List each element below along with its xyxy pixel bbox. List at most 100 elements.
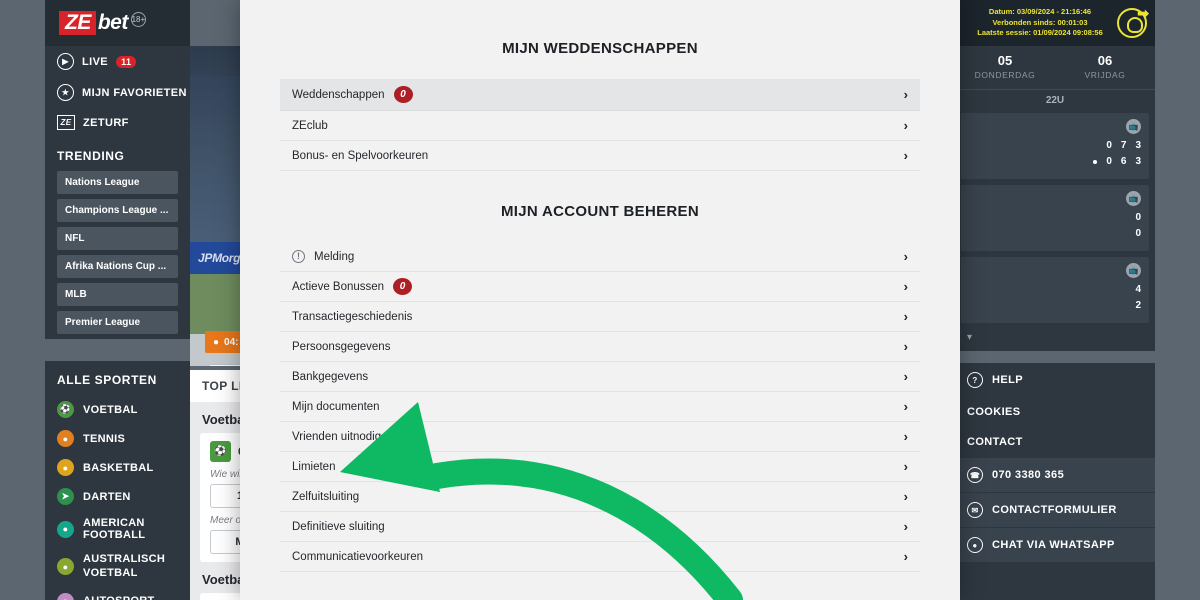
menu-item-bankgegevens[interactable]: Bankgegevens › bbox=[280, 362, 920, 392]
sport-item-autosport[interactable]: ● AUTOSPORT bbox=[45, 587, 190, 600]
zebet-logo[interactable]: ZE bet 18+ bbox=[59, 10, 146, 35]
motorsport-icon: ● bbox=[57, 592, 74, 600]
sport-item-darten[interactable]: ➤ DARTEN bbox=[45, 482, 190, 511]
question-circle-icon: ? bbox=[967, 372, 983, 388]
sport-label: VOETBAL bbox=[83, 403, 138, 416]
menu-item-label: Vrienden uitnodigen bbox=[292, 430, 394, 443]
session-info: Datum: 03/09/2024 - 21:16:46 Verbonden s… bbox=[963, 7, 1117, 40]
menu-item-label: ZEclub bbox=[292, 119, 328, 132]
sport-item-basketbal[interactable]: ● BASKETBAL bbox=[45, 453, 190, 482]
menu-item-limieten[interactable]: Limieten › bbox=[280, 452, 920, 482]
score-cell: 0 bbox=[1106, 156, 1112, 167]
menu-item-zelfuitsluiting[interactable]: Zelfuitsluiting › bbox=[280, 482, 920, 512]
sidebar-item-zeturf[interactable]: ZE ZETURF bbox=[45, 108, 190, 137]
count-badge: 0 bbox=[393, 278, 413, 295]
chevron-right-icon: › bbox=[903, 429, 908, 444]
logout-icon[interactable]: ➡ bbox=[1137, 5, 1149, 22]
sidebar-divider bbox=[45, 339, 190, 361]
footer-link-cookies[interactable]: COOKIES bbox=[955, 397, 1155, 427]
menu-item-melding[interactable]: ! Melding › bbox=[280, 242, 920, 272]
match-scores: 0 7 3 0 6 3 bbox=[1093, 140, 1141, 172]
play-circle-icon: ▶ bbox=[57, 53, 74, 70]
trending-item-champions-league[interactable]: Champions League ... bbox=[57, 199, 178, 222]
day-tab-06[interactable]: 06 VRIJDAG bbox=[1055, 46, 1155, 89]
footer-link-phone[interactable]: ☎ 070 3380 365 bbox=[955, 457, 1155, 492]
ze-square-icon: ZE bbox=[57, 115, 75, 130]
footer-link-label: CHAT VIA WHATSAPP bbox=[992, 539, 1115, 551]
star-circle-icon: ★ bbox=[57, 84, 74, 101]
sport-item-voetbal[interactable]: ⚽ VOETBAL bbox=[45, 395, 190, 424]
chat-circle-icon: ● bbox=[967, 537, 983, 553]
age-restriction-icon: 18+ bbox=[130, 11, 146, 27]
sport-item-australisch-voetbal[interactable]: ● AUSTRALISCH VOETBAL bbox=[45, 547, 190, 587]
menu-item-zeclub[interactable]: ZEclub › bbox=[280, 111, 920, 141]
score-cell: 0 bbox=[1106, 140, 1112, 151]
menu-item-definitieve-sluiting[interactable]: Definitieve sluiting › bbox=[280, 512, 920, 542]
score-cell: 7 bbox=[1120, 140, 1127, 151]
menu-item-label: Mijn documenten bbox=[292, 400, 380, 413]
menu-item-communicatievoorkeuren[interactable]: Communicatievoorkeuren › bbox=[280, 542, 920, 572]
menu-item-bonus-spelvoorkeuren[interactable]: Bonus- en Spelvoorkeuren › bbox=[280, 141, 920, 171]
page-title: MIJN WEDDENSCHAPPEN bbox=[502, 40, 698, 57]
match-row[interactable]: 📺 4 2 bbox=[961, 257, 1149, 323]
day-tab-05[interactable]: 05 DONDERDAG bbox=[955, 46, 1055, 89]
menu-item-label: Bonus- en Spelvoorkeuren bbox=[292, 149, 429, 162]
sport-label: AMERICAN FOOTBALL bbox=[83, 517, 146, 541]
sidebar-item-label: LIVE bbox=[82, 55, 109, 68]
collapse-chevron-down-icon[interactable]: ▾ bbox=[955, 329, 1155, 351]
sidebar-item-live[interactable]: ▶ LIVE 11 bbox=[45, 46, 190, 77]
score-line: 0 bbox=[1135, 212, 1141, 223]
sport-label: BASKETBAL bbox=[83, 461, 154, 474]
sport-label: DARTEN bbox=[83, 490, 131, 503]
tv-icon: 📺 bbox=[1126, 263, 1141, 278]
footer-link-label: CONTACTFORMULIER bbox=[992, 504, 1117, 516]
basketball-icon: ● bbox=[57, 459, 74, 476]
sidebar-item-label: MIJN FAVORIETEN bbox=[82, 86, 187, 99]
sidebar-item-favorites[interactable]: ★ MIJN FAVORIETEN bbox=[45, 77, 190, 108]
american-football-icon: ● bbox=[57, 520, 74, 538]
match-row[interactable]: 📺 0 7 3 0 6 3 bbox=[961, 113, 1149, 179]
menu-item-transactiegeschiedenis[interactable]: Transactiegeschiedenis › bbox=[280, 302, 920, 332]
menu-item-vrienden-uitnodigen[interactable]: Vrienden uitnodigen › bbox=[280, 422, 920, 452]
footer-link-contact[interactable]: CONTACT bbox=[955, 427, 1155, 457]
footer-link-label: CONTACT bbox=[967, 436, 1023, 448]
day-number: 06 bbox=[1097, 53, 1113, 68]
menu-item-label: Bankgegevens bbox=[292, 370, 369, 383]
trending-item-nfl[interactable]: NFL bbox=[57, 227, 178, 250]
menu-item-weddenschappen[interactable]: Weddenschappen 0 › bbox=[280, 79, 920, 111]
sport-label: TENNIS bbox=[83, 432, 126, 445]
serve-indicator-icon bbox=[1093, 159, 1098, 164]
menu-item-mijn-documenten[interactable]: Mijn documenten › bbox=[280, 392, 920, 422]
chevron-right-icon: › bbox=[903, 148, 908, 163]
menu-item-actieve-bonussen[interactable]: Actieve Bonussen 0 › bbox=[280, 272, 920, 302]
hero-badge-time: 04: bbox=[224, 336, 239, 348]
australian-football-icon: ● bbox=[57, 558, 74, 576]
footer-link-whatsapp[interactable]: ● CHAT VIA WHATSAPP bbox=[955, 527, 1155, 562]
sport-item-american-football[interactable]: ● AMERICAN FOOTBALL bbox=[45, 511, 190, 547]
day-tabs: 05 DONDERDAG 06 VRIJDAG bbox=[955, 46, 1155, 90]
chevron-right-icon: › bbox=[903, 339, 908, 354]
trending-item-nations-league[interactable]: Nations League bbox=[57, 171, 178, 194]
footer-link-help[interactable]: ? HELP bbox=[955, 363, 1155, 397]
trending-item-mlb[interactable]: MLB bbox=[57, 283, 178, 306]
menu-item-persoonsgegevens[interactable]: Persoonsgegevens › bbox=[280, 332, 920, 362]
footer-link-label: 070 3380 365 bbox=[992, 469, 1065, 481]
footer-link-contactform[interactable]: ✉ CONTACTFORMULIER bbox=[955, 492, 1155, 527]
left-sidebar: ZE bet 18+ ▶ LIVE 11 ★ MIJN FAVORIETEN Z… bbox=[45, 0, 190, 600]
tennis-ball-icon: ● bbox=[213, 336, 220, 348]
menu-item-label: Communicatievoorkeuren bbox=[292, 550, 424, 563]
sport-item-tennis[interactable]: ● TENNIS bbox=[45, 424, 190, 453]
match-scores: 4 2 bbox=[1135, 284, 1141, 316]
score-cell: 4 bbox=[1135, 284, 1141, 295]
match-row[interactable]: 📺 0 0 bbox=[961, 185, 1149, 251]
score-cell: 6 bbox=[1120, 156, 1127, 167]
sidebar-item-label: ZETURF bbox=[83, 116, 129, 129]
hour-label: 22U bbox=[1045, 95, 1065, 106]
score-cell: 2 bbox=[1135, 300, 1141, 311]
trending-item-afrika-nations-cup[interactable]: Afrika Nations Cup ... bbox=[57, 255, 178, 278]
menu-item-label: Zelfuitsluiting bbox=[292, 490, 360, 503]
trending-item-premier-league[interactable]: Premier League bbox=[57, 311, 178, 334]
score-line: 0 bbox=[1135, 228, 1141, 239]
football-icon: ⚽ bbox=[210, 441, 231, 462]
day-name: DONDERDAG bbox=[974, 70, 1036, 80]
